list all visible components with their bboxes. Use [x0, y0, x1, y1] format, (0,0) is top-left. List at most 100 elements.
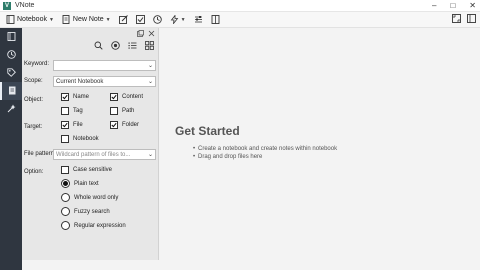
- checkbox-unchecked-icon: [110, 107, 118, 115]
- object-path-checkbox[interactable]: Path: [110, 107, 134, 115]
- target-folder-checkbox[interactable]: Folder: [110, 121, 139, 129]
- book-button[interactable]: [209, 14, 222, 26]
- chevron-down-icon: ▼: [48, 16, 54, 23]
- close-button[interactable]: ✕: [469, 0, 476, 12]
- new-note-icon: [62, 15, 71, 24]
- get-started-item: Drag and drop files here: [193, 154, 337, 160]
- radio-unselected-icon: [61, 221, 70, 230]
- sidebar-item-tags[interactable]: [0, 64, 22, 82]
- window-title: VNote: [15, 2, 35, 9]
- radio-unselected-icon: [61, 207, 70, 216]
- sidebar-item-notebook[interactable]: [0, 28, 22, 46]
- checkbox-checked-icon: [110, 93, 118, 101]
- stop-icon[interactable]: [111, 37, 120, 55]
- checkbox-unchecked-icon: [61, 135, 69, 143]
- plain-text-label: Plain text: [74, 180, 99, 187]
- regex-radio[interactable]: Regular expression: [61, 221, 126, 230]
- sliders-icon: [194, 15, 203, 24]
- search-panel: Keyword: ⌄ Scope: Current Notebook ⌄ Obj…: [22, 28, 159, 260]
- notebook-button[interactable]: Notebook ▼: [4, 14, 56, 26]
- history-icon: [6, 46, 16, 64]
- status-bar: [22, 260, 480, 270]
- edit-button[interactable]: [117, 14, 130, 26]
- main-area: Get Started Create a notebook and create…: [160, 28, 480, 270]
- regex-label: Regular expression: [74, 222, 126, 229]
- settings-button[interactable]: [192, 14, 205, 26]
- case-sensitive-label: Case sensitive: [73, 167, 113, 173]
- vnote-logo-icon: V: [3, 1, 11, 10]
- sidebar-item-snippets[interactable]: [0, 100, 22, 118]
- book-icon: [211, 15, 220, 24]
- sidebar-item-search[interactable]: [0, 82, 22, 100]
- check-square-icon: [135, 15, 145, 24]
- notebook-button-label: Notebook: [17, 16, 47, 23]
- get-started-list: Create a notebook and create notes withi…: [193, 146, 337, 162]
- chevron-down-icon: ▼: [105, 16, 111, 23]
- activity-sidebar: [0, 28, 22, 270]
- fullscreen-icon[interactable]: [452, 14, 461, 23]
- lightning-icon: [170, 15, 179, 24]
- whole-word-radio[interactable]: Whole word only: [61, 193, 118, 202]
- object-tag-label: Tag: [73, 108, 83, 114]
- new-note-button-label: New Note: [72, 16, 104, 23]
- chevron-down-icon: ⌄: [147, 152, 153, 158]
- new-note-button[interactable]: New Note ▼: [60, 14, 113, 26]
- grid-icon[interactable]: [145, 37, 154, 55]
- checkbox-checked-icon: [110, 121, 118, 129]
- sidebar-item-history[interactable]: [0, 46, 22, 64]
- object-name-checkbox[interactable]: Name: [61, 93, 89, 101]
- target-folder-label: Folder: [122, 122, 140, 128]
- quick-access-button[interactable]: ▼: [168, 14, 188, 26]
- object-name-label: Name: [73, 94, 90, 100]
- scope-select[interactable]: Current Notebook ⌄: [53, 76, 156, 87]
- file-pattern-label: File pattern:: [24, 151, 56, 157]
- minimize-button[interactable]: –: [432, 0, 436, 12]
- checkbox-unchecked-icon: [61, 107, 69, 115]
- layout-icon[interactable]: [467, 14, 476, 23]
- radio-unselected-icon: [61, 193, 70, 202]
- checkbox-checked-icon: [61, 93, 69, 101]
- chevron-down-icon: ⌄: [147, 63, 153, 69]
- plain-text-radio[interactable]: Plain text: [61, 179, 99, 188]
- search-icon: [8, 82, 17, 100]
- fuzzy-search-radio[interactable]: Fuzzy search: [61, 207, 110, 216]
- float-panel-icon[interactable]: [137, 24, 144, 42]
- case-sensitive-checkbox[interactable]: Case sensitive: [61, 166, 112, 174]
- search-icon[interactable]: [94, 37, 103, 55]
- checkbox-checked-icon: [61, 121, 69, 129]
- object-tag-checkbox[interactable]: Tag: [61, 107, 83, 115]
- get-started-title: Get Started: [175, 124, 240, 138]
- scope-value: Current Notebook: [56, 78, 104, 85]
- notebook-icon: [7, 28, 16, 46]
- panel-header: [22, 28, 158, 38]
- edit-icon: [118, 15, 128, 24]
- keyword-input[interactable]: ⌄: [53, 60, 156, 71]
- window-controls: – □ ✕: [432, 0, 476, 12]
- clock-icon: [152, 15, 162, 24]
- tag-icon: [6, 64, 16, 82]
- title-bar: V VNote – □ ✕: [0, 0, 480, 12]
- fuzzy-search-label: Fuzzy search: [74, 208, 110, 215]
- object-label: Object:: [24, 97, 44, 103]
- file-pattern-input[interactable]: Wildcard pattern of files to... ⌄: [53, 149, 156, 160]
- chevron-down-icon: ⌄: [147, 79, 153, 85]
- whole-word-label: Whole word only: [74, 194, 119, 201]
- target-file-checkbox[interactable]: File: [61, 121, 83, 129]
- main-toolbar: Notebook ▼ New Note ▼ ▼: [0, 12, 480, 28]
- file-pattern-placeholder: Wildcard pattern of files to...: [56, 151, 131, 158]
- target-notebook-label: Notebook: [73, 136, 99, 142]
- object-content-checkbox[interactable]: Content: [110, 93, 143, 101]
- option-label: Option:: [24, 169, 44, 175]
- list-icon[interactable]: [128, 37, 137, 55]
- keyword-label: Keyword:: [24, 61, 50, 67]
- snippet-icon: [7, 100, 16, 118]
- maximize-button[interactable]: □: [450, 0, 455, 12]
- object-content-label: Content: [122, 94, 144, 100]
- target-notebook-checkbox[interactable]: Notebook: [61, 135, 99, 143]
- get-started-item: Create a notebook and create notes withi…: [193, 146, 337, 152]
- chevron-down-icon: ▼: [180, 16, 186, 23]
- target-file-label: File: [73, 122, 83, 128]
- scope-label: Scope:: [24, 78, 43, 84]
- object-path-label: Path: [122, 108, 135, 114]
- target-label: Target:: [24, 124, 43, 130]
